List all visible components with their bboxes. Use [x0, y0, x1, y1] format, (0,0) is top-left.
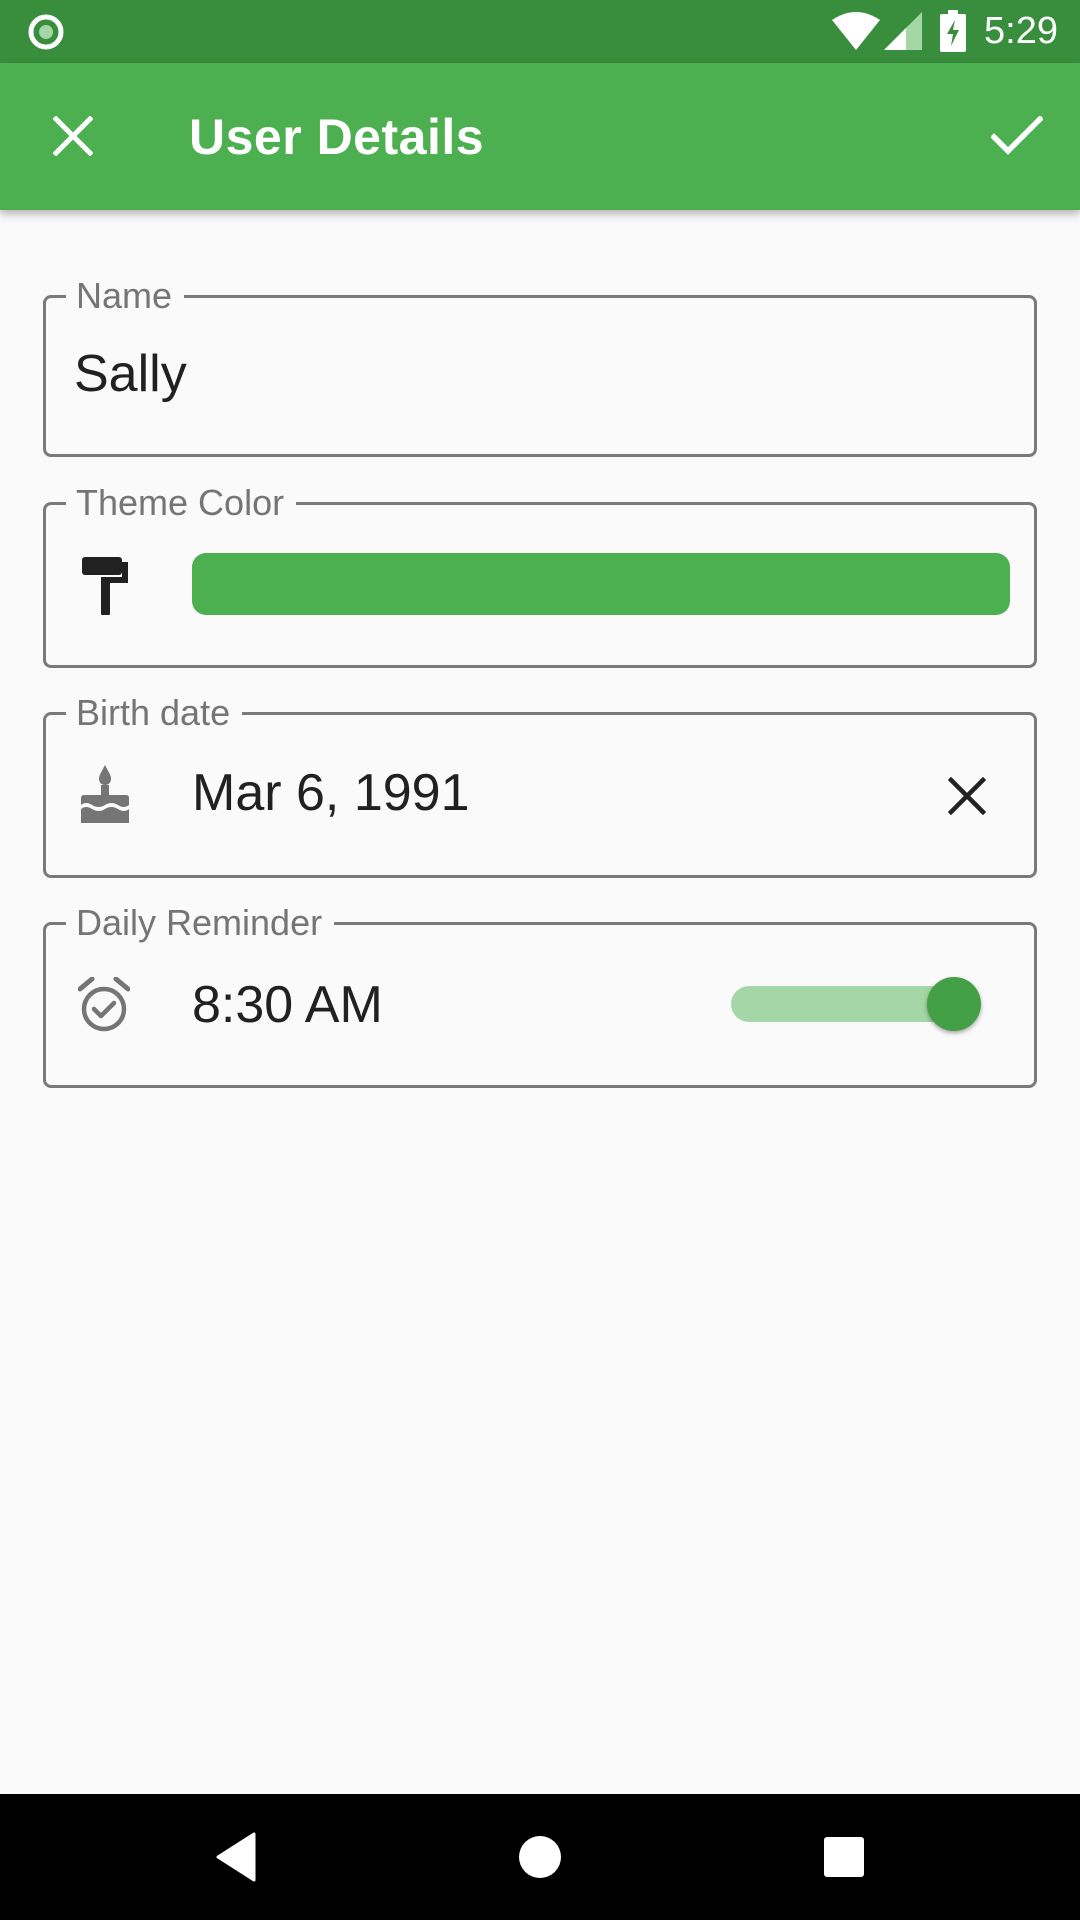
birth-date-field[interactable]: Birth date Mar 6, 1991 — [43, 691, 1037, 878]
recents-square-icon — [824, 1837, 864, 1877]
theme-color-label: Theme Color — [66, 481, 297, 525]
alarm-check-icon — [78, 977, 130, 1032]
reminder-toggle[interactable] — [927, 977, 981, 1031]
close-button[interactable] — [40, 103, 106, 169]
theme-color-field[interactable]: Theme Color — [43, 481, 1037, 668]
save-button[interactable] — [982, 103, 1052, 169]
daily-reminder-time[interactable]: 8:30 AM — [192, 975, 383, 1035]
home-button[interactable] — [510, 1827, 570, 1887]
check-icon — [991, 116, 1043, 155]
clear-icon — [948, 777, 986, 815]
back-triangle-icon — [216, 1832, 256, 1882]
app-bar: User Details — [0, 63, 1080, 210]
close-icon — [53, 116, 93, 156]
name-field[interactable]: Name Sally — [43, 274, 1037, 457]
cell-signal-icon — [884, 12, 922, 50]
back-button[interactable] — [206, 1827, 266, 1887]
name-field-label: Name — [66, 274, 185, 318]
daily-reminder-label: Daily Reminder — [66, 901, 335, 945]
status-bar: 5:29 — [0, 0, 1080, 63]
page-title: User Details — [189, 109, 485, 165]
birth-date-label: Birth date — [66, 691, 243, 735]
birth-date-value[interactable]: Mar 6, 1991 — [192, 763, 470, 823]
wifi-icon — [832, 12, 880, 50]
daily-reminder-field[interactable]: Daily Reminder 8:30 AM — [43, 901, 1037, 1088]
status-time: 5:29 — [984, 10, 1058, 52]
system-nav-bar — [0, 1794, 1080, 1920]
name-value[interactable]: Sally — [74, 344, 187, 404]
circle-notification-icon — [28, 14, 64, 50]
reminder-toggle-track[interactable] — [731, 986, 951, 1022]
cake-icon — [81, 765, 129, 823]
paint-roller-icon — [82, 557, 128, 615]
battery-charging-icon — [940, 10, 966, 52]
theme-color-swatch[interactable] — [192, 553, 1010, 615]
clear-birth-date-button[interactable] — [941, 770, 993, 822]
home-circle-icon — [519, 1836, 561, 1878]
recents-button[interactable] — [814, 1827, 874, 1887]
